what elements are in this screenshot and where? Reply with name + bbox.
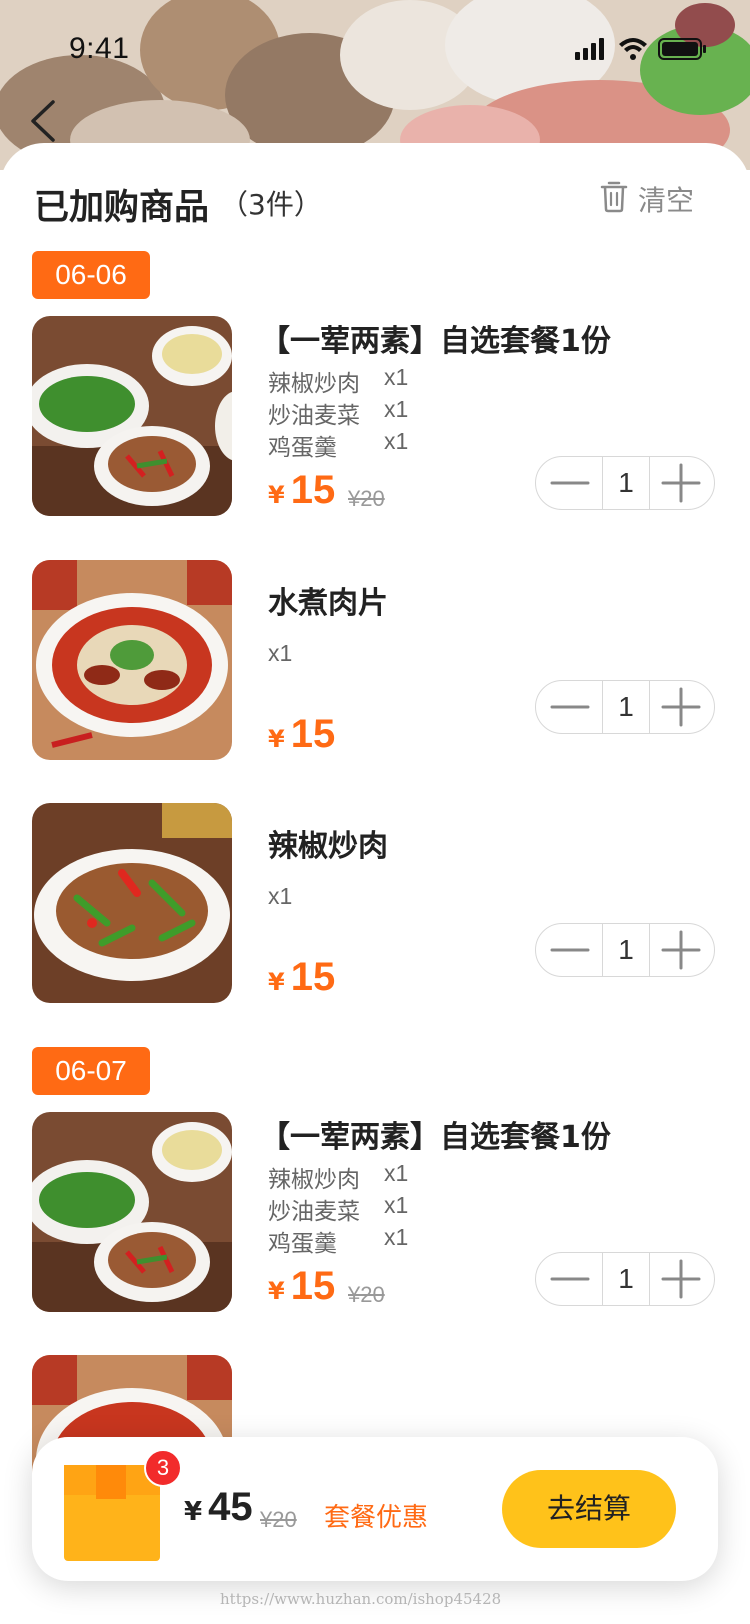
item-qty-label: x1 [268,640,293,666]
detail-qty: x1 [384,396,409,422]
item-photo-combo [32,1112,232,1312]
original-price: ¥20 [348,486,385,511]
clear-label: 清空 [638,184,695,217]
minus-icon [550,1277,590,1281]
plus-icon [661,463,701,503]
cart-item: 水煮肉片 x1 ¥15 1 [0,560,750,770]
currency-symbol: ¥ [268,968,285,996]
detail-label: 辣椒炒肉 [268,371,360,397]
plus-icon [661,930,701,970]
item-name: 【一荤两素】自选套餐1份 [260,1120,611,1155]
checkout-button[interactable]: 去结算 [502,1470,676,1548]
cart-item: 辣椒炒肉 x1 ¥15 1 [0,803,750,1013]
price-value: 15 [290,712,336,756]
original-price: ¥20 [348,1282,385,1307]
clear-cart-button[interactable]: 清空 [600,179,720,219]
wifi-icon [619,38,647,60]
original-total: ¥20 [260,1507,297,1532]
increase-button[interactable] [648,1253,714,1305]
item-photo-boiled-pork [32,560,232,760]
item-photo-combo [32,316,232,516]
detail-qty: x1 [384,428,409,454]
item-price: ¥15 [268,712,335,757]
quantity-stepper: 1 [535,680,715,734]
detail-label: 辣椒炒肉 [268,1167,360,1193]
plus-icon [661,687,701,727]
currency-symbol: ¥ [184,1497,203,1527]
quantity-stepper: 1 [535,923,715,977]
plus-icon [661,1259,701,1299]
detail-label: 鸡蛋羹 [268,435,337,461]
cart-total: ¥45 [184,1485,253,1530]
decrease-button[interactable] [536,457,602,509]
currency-symbol: ¥ [268,1277,285,1305]
quantity-value: 1 [602,681,650,733]
cart-item: 【一荤两素】自选套餐1份 辣椒炒肉 x1 炒油麦菜 x1 鸡蛋羹 x1 ¥15 … [0,316,750,526]
total-value: 45 [208,1485,253,1529]
currency-symbol: ¥ [268,725,285,753]
item-name: 【一荤两素】自选套餐1份 [260,324,611,359]
cart-summary-bar: 3 ¥45 ¥20 套餐优惠 去结算 [32,1437,718,1581]
minus-icon [550,481,590,485]
status-time: 9:41 [69,32,130,65]
detail-label: 炒油麦菜 [268,1199,360,1225]
quantity-value: 1 [602,1253,650,1305]
price-value: 15 [290,468,336,512]
quantity-stepper: 1 [535,456,715,510]
page-title: 已加购商品 [34,188,210,228]
price-value: 15 [290,955,336,999]
item-qty-label: x1 [268,883,293,909]
item-price: ¥15 [268,955,335,1000]
quantity-value: 1 [602,457,650,509]
quantity-stepper: 1 [535,1252,715,1306]
battery-icon [658,38,706,60]
trash-icon [600,181,628,213]
back-button[interactable] [25,94,69,146]
item-count: （3件） [220,188,322,221]
decrease-button[interactable] [536,1253,602,1305]
increase-button[interactable] [648,924,714,976]
price-value: 15 [290,1264,336,1308]
cart-item: 【一荤两素】自选套餐1份 辣椒炒肉 x1 炒油麦菜 x1 鸡蛋羹 x1 ¥15 … [0,1112,750,1322]
quantity-value: 1 [602,924,650,976]
watermark-text: https://www.huzhan.com/ishop45428 [220,1590,502,1608]
discount-label: 套餐优惠 [324,1503,429,1533]
item-name: 辣椒炒肉 [268,829,388,864]
item-price: ¥15 [268,1264,335,1309]
increase-button[interactable] [648,681,714,733]
decrease-button[interactable] [536,924,602,976]
detail-qty: x1 [384,1224,409,1250]
status-icons [575,34,715,62]
detail-label: 炒油麦菜 [268,403,360,429]
chevron-left-icon [31,100,55,142]
date-tag: 06-06 [32,251,150,299]
status-bar: 9:41 [0,0,750,100]
item-photo-pepper-pork [32,803,232,1003]
item-price: ¥15 [268,468,335,513]
minus-icon [550,948,590,952]
cart-count-badge: 3 [144,1449,182,1487]
cart-sheet: 已加购商品 （3件） 清空 06-06 【一荤两素】自选套餐1份 辣椒炒肉 x1… [0,143,750,1624]
item-name: 水煮肉片 [268,586,388,621]
increase-button[interactable] [648,457,714,509]
cart-page: 9:41 已加购商品 （3件） 清空 06-06 【一荤两素】自选套餐1份 辣椒… [0,0,750,1624]
detail-qty: x1 [384,1192,409,1218]
cellular-signal-icon [575,38,604,60]
date-tag: 06-07 [32,1047,150,1095]
minus-icon [550,705,590,709]
decrease-button[interactable] [536,681,602,733]
detail-qty: x1 [384,1160,409,1186]
detail-label: 鸡蛋羹 [268,1231,337,1257]
detail-qty: x1 [384,364,409,390]
currency-symbol: ¥ [268,481,285,509]
